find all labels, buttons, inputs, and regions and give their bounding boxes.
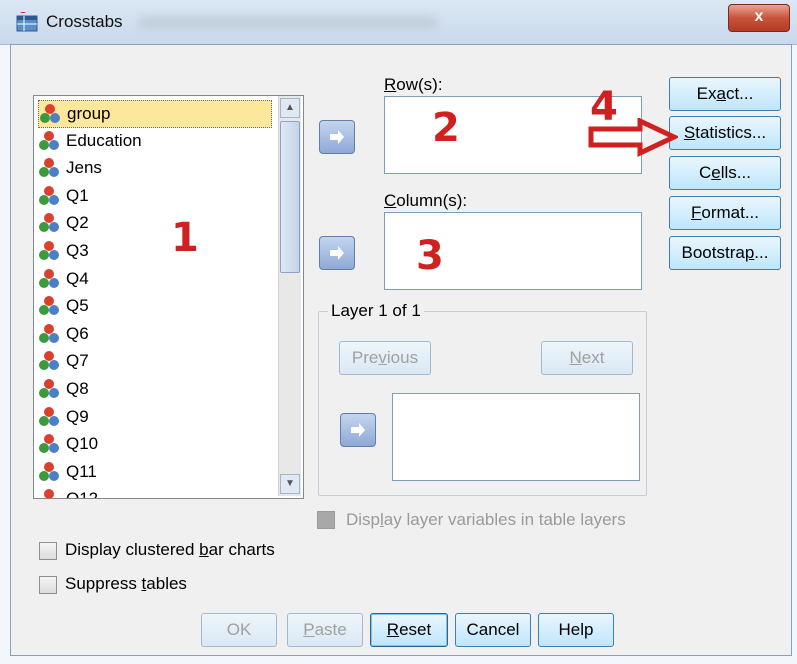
nominal-variable-icon [38,130,60,152]
variable-label: Education [66,130,142,150]
bootstrap-button[interactable]: Bootstrap... [669,236,781,270]
exact-button[interactable]: Exact... [669,77,781,111]
paste-button[interactable]: Paste [287,613,363,647]
list-item[interactable]: group [38,100,272,128]
close-button[interactable]: x [728,4,790,32]
list-item[interactable]: Education [38,128,142,154]
list-item[interactable]: Q1 [38,183,89,209]
nominal-variable-icon [38,488,60,498]
blurred-file-path [138,16,438,30]
scrollbar-thumb[interactable] [280,121,300,273]
variable-label: Q3 [66,241,89,260]
scroll-down-icon[interactable]: ▼ [280,474,300,494]
list-item[interactable]: Q10 [38,431,98,457]
list-item[interactable]: Q9 [38,404,89,430]
list-item[interactable]: Jens [38,155,102,181]
list-item[interactable]: Q12 [38,486,99,499]
suppress-tables-checkbox[interactable] [39,576,57,594]
variable-label: Q5 [66,296,89,316]
nominal-variable-icon [38,240,60,262]
display-layer-label: Display layer variables in table layers [346,510,626,529]
variable-label: Q2 [66,213,89,233]
nominal-variable-icon [38,350,60,372]
columns-label: Column(s): [384,191,468,210]
title-bar: Crosstabs x [0,0,797,45]
nominal-variable-icon [38,185,60,207]
nominal-variable-icon [38,295,60,317]
clustered-bar-label: Display clustered bar charts [65,540,275,559]
format-button[interactable]: Format... [669,196,781,230]
layer-field[interactable] [392,393,640,481]
help-button[interactable]: Help [538,613,614,647]
list-item[interactable]: Q11 [38,459,97,485]
reset-button[interactable]: Reset [370,613,448,647]
variable-label: Q9 [66,406,89,426]
statistics-button[interactable]: Statistics... [669,116,781,150]
variable-label: Q4 [66,268,89,288]
nominal-variable-icon [38,406,60,428]
display-layer-checkbox[interactable] [317,511,335,529]
variable-label: Q6 [66,323,89,343]
list-item[interactable]: Q6 [38,321,89,347]
nominal-variable-icon [38,212,60,234]
rows-label: Row(s): [384,75,443,94]
variable-list[interactable]: group Education Jens Q1 Q2 Q3 Q4 Q5 Q6 Q7 Q8 Q9 Q10 Q… [33,95,304,499]
variable-label: Jens [66,158,102,178]
suppress-tables-label: Suppress tables [65,574,187,593]
ok-button[interactable]: OK [201,613,277,647]
right-arrow-icon [351,423,365,437]
variable-label: Q8 [66,379,89,398]
variable-label: Q1 [66,185,89,205]
variable-label: Q11 [66,461,97,481]
nominal-variable-icon [38,378,60,400]
crosstabs-app-icon [16,12,38,32]
nominal-variable-icon [38,268,60,290]
annotation-arrow-icon [588,118,678,157]
nominal-variable-icon [38,461,60,483]
list-item[interactable]: Q7 [38,348,89,374]
right-arrow-icon [330,130,344,144]
list-item[interactable]: Q8 [38,376,89,402]
nominal-variable-icon [38,157,60,179]
previous-button[interactable]: Previous [339,341,431,375]
annotation-3: 3 [416,233,444,279]
list-item[interactable]: Q2 [38,210,89,236]
variable-label: Q12 [66,489,99,499]
variable-label: group [67,104,111,123]
clustered-bar-checkbox[interactable] [39,542,57,560]
layer-label: Layer 1 of 1 [328,301,424,321]
annotation-2: 2 [432,105,460,151]
variable-label: Q7 [66,351,89,371]
nominal-variable-icon [39,103,61,125]
nominal-variable-icon [38,433,60,455]
cancel-button[interactable]: Cancel [455,613,531,647]
list-item[interactable]: Q3 [38,238,89,264]
move-to-rows-button[interactable] [319,120,355,154]
nominal-variable-icon [38,323,60,345]
list-item[interactable]: Q4 [38,266,89,292]
variable-label: Q10 [66,434,99,454]
right-arrow-icon [330,246,344,260]
list-item[interactable]: Q5 [38,293,89,319]
move-to-layer-button[interactable] [340,413,376,447]
annotation-1: 1 [171,215,199,261]
window-title: Crosstabs [46,12,123,31]
scroll-up-icon[interactable]: ▲ [280,98,300,118]
cells-button[interactable]: Cells... [669,156,781,190]
move-to-columns-button[interactable] [319,236,355,270]
next-button[interactable]: Next [541,341,633,375]
